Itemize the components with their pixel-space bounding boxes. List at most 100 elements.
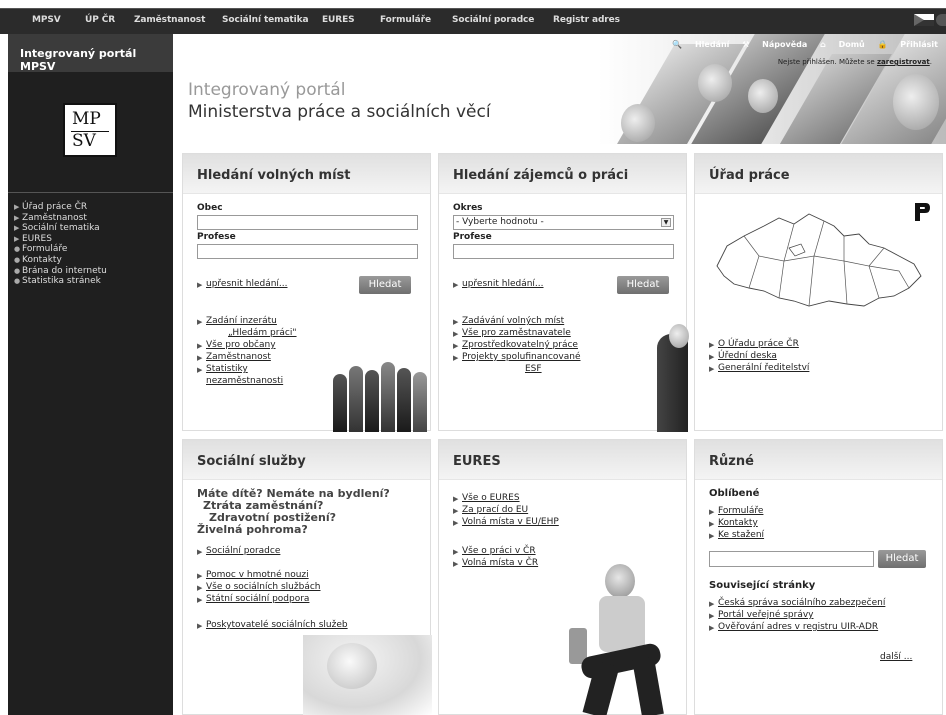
profese-input[interactable] [453, 244, 674, 259]
sidebar-item-eures[interactable]: ▶ EURES [8, 234, 107, 245]
link-nezamestnanosti[interactable]: nezaměstnanosti [206, 376, 283, 387]
link-kontakty[interactable]: Kontakty [718, 518, 758, 529]
misc-search-input[interactable] [709, 551, 874, 567]
link-socialni-poradce[interactable]: Sociální poradce [206, 546, 280, 557]
link-zamestnanost[interactable]: Zaměstnanost [206, 352, 271, 363]
sidebar-divider [8, 192, 173, 193]
link-vse-o-praci-cr[interactable]: Vše o práci v ČR [462, 546, 536, 557]
link-za-praci-do-eu[interactable]: Za prací do EU [462, 505, 528, 516]
link-vse-pro-zamestnavatele[interactable]: Vše pro zaměstnavatele [462, 328, 571, 339]
nav-registr-adres[interactable]: Registr adres [553, 15, 620, 25]
panel-title: Různé [709, 454, 754, 469]
czech-map-image[interactable] [709, 206, 929, 316]
portal-title: Ministerstva práce a sociálních věcí [188, 102, 491, 122]
okres-select[interactable]: - Vyberte hodnotu - ▼ [453, 215, 674, 230]
czech-flag-icon[interactable] [914, 14, 934, 26]
profese-label: Profese [197, 232, 236, 242]
nav-formulare[interactable]: Formuláře [380, 15, 431, 25]
sidebar-item-formulare[interactable]: ● Formuláře [8, 244, 107, 255]
mpsv-logo[interactable]: MP SV [63, 103, 117, 157]
search-button[interactable]: Hledat [359, 276, 411, 294]
link-volna-mista-cr[interactable]: Volná místa v ČR [462, 558, 538, 569]
logo-text-top: MP [72, 109, 101, 129]
link-o-uradu[interactable]: O Úřadu práce ČR [718, 339, 799, 350]
english-flag-icon[interactable] [936, 14, 946, 26]
baby-photo [303, 635, 432, 715]
panel-title: Sociální služby [197, 454, 306, 469]
sidebar-item-kontakty[interactable]: ● Kontakty [8, 255, 107, 266]
panel-eures: EURES ▶ Vše o EURES ▶ Za prací do EU ▶ V… [438, 439, 687, 715]
triangle-bullet-icon: ▶ [14, 213, 20, 222]
nav-up-cr[interactable]: ÚP ČR [85, 15, 115, 25]
search-button[interactable]: Hledat [617, 276, 669, 294]
dot-bullet-icon: ● [14, 266, 21, 275]
search-link[interactable]: 🔍 Hledání [672, 40, 729, 49]
panel-job-search: Hledání volných míst Obec Profese ▶ upře… [182, 153, 431, 432]
link-vse-o-sluzbach[interactable]: Vše o sociálních službách [206, 582, 321, 593]
link-hledam-praci[interactable]: „Hledám práci" [228, 328, 297, 339]
link-portal-verejne-spravy[interactable]: Portál veřejné správy [718, 610, 814, 621]
link-zprostredkovatelny[interactable]: Zprostředkovatelný práce [462, 340, 578, 351]
link-formulare[interactable]: Formuláře [718, 506, 763, 517]
dot-bullet-icon: ● [14, 277, 21, 286]
link-zadani-inzeratu[interactable]: Zadání inzerátu [206, 316, 277, 327]
panel-candidate-search: Hledání zájemců o práci Okres - Vyberte … [438, 153, 689, 432]
link-uredni-deska[interactable]: Úřední deska [718, 351, 777, 362]
header-banner: Integrovaný portál Ministerstva práce a … [173, 34, 946, 144]
sidebar-item-zamestnanost[interactable]: ▶ Zaměstnanost [8, 213, 107, 224]
panel-misc: Různé Oblíbené ▶ Formuláře ▶ Kontakty ▶ … [694, 439, 943, 715]
dot-bullet-icon: ● [14, 255, 21, 264]
sidebar-item-brana[interactable]: ● Brána do internetu [8, 266, 107, 277]
link-statni-podpora[interactable]: Státní sociální podpora [206, 594, 309, 605]
sidebar: Integrovaný portál MPSV MP SV ▶ Úřad prác… [8, 34, 173, 715]
refine-search-link[interactable]: upřesnit hledání... [206, 279, 288, 290]
link-vse-o-eures[interactable]: Vše o EURES [462, 493, 520, 504]
panel-title: Hledání zájemců o práci [453, 168, 629, 183]
sidebar-item-urad-prace[interactable]: ▶ Úřad práce ČR [8, 202, 107, 213]
register-link[interactable]: zaregistrovat [877, 58, 930, 66]
nav-socialni-poradce[interactable]: Sociální poradce [452, 15, 534, 25]
link-generalni-reditelstvi[interactable]: Generální ředitelství [718, 363, 809, 374]
link-zadavani-mist[interactable]: Zadávání volných míst [462, 316, 564, 327]
help-link[interactable]: ⚒ Nápověda [742, 40, 807, 49]
login-note: Nejste přihlášen. Můžete se zaregistrova… [777, 58, 932, 66]
nav-eures[interactable]: EURES [322, 15, 355, 25]
refine-search-link[interactable]: upřesnit hledání... [462, 279, 544, 290]
triangle-bullet-icon: ▶ [14, 224, 20, 233]
sidebar-item-statistika[interactable]: ● Statistika stránek [8, 276, 107, 287]
nav-mpsv[interactable]: MPSV [32, 15, 61, 25]
okres-label: Okres [453, 203, 483, 213]
profese-input[interactable] [197, 244, 418, 259]
misc-search-button[interactable]: Hledat [878, 550, 926, 568]
utility-links: 🔍 Hledání ⚒ Nápověda ⌂ Domů 🔒 Přihlásit [662, 40, 938, 49]
sidebar-item-socialni-tematika[interactable]: ▶ Sociální tematika [8, 223, 107, 234]
link-pomoc-v-nouzi[interactable]: Pomoc v hmotné nouzi [206, 570, 309, 581]
nav-zamestnanost[interactable]: Zaměstnanost [134, 15, 205, 25]
link-statistiky[interactable]: Statistiky [206, 364, 248, 375]
link-projekty[interactable]: Projekty spolufinancované [462, 352, 581, 363]
obec-input[interactable] [197, 215, 418, 230]
dot-bullet-icon: ● [14, 245, 21, 254]
profese-label: Profese [453, 232, 492, 242]
home-link[interactable]: ⌂ Domů [820, 40, 865, 49]
top-navigation: MPSV ÚP ČR Zaměstnanost Sociální tematik… [0, 8, 946, 34]
link-overovani-adres[interactable]: Ověřování adres v registru UIR-ADR [718, 622, 878, 633]
link-cssz[interactable]: Česká správa sociálního zabezpečení [718, 598, 885, 609]
triangle-bullet-icon: ▶ [14, 234, 20, 243]
sidebar-menu: ▶ Úřad práce ČR ▶ Zaměstnanost ▶ Sociální t… [8, 202, 107, 287]
triangle-bullet-icon: ▶ [14, 203, 20, 211]
logo-text-bottom: SV [72, 131, 96, 151]
sidebar-title[interactable]: Integrovaný portál MPSV [8, 34, 173, 73]
login-link[interactable]: 🔒 Přihlásit [878, 40, 938, 49]
link-volna-mista-eu[interactable]: Volná místa v EU/EHP [462, 517, 559, 528]
more-link[interactable]: další ... [880, 652, 912, 663]
favorites-heading: Oblíbené [709, 488, 760, 499]
related-heading: Související stránky [709, 580, 816, 591]
nav-socialni-tematika[interactable]: Sociální tematika [222, 15, 309, 25]
panel-labour-office: Úřad práce ▶ O Úřadu práce ČR ▶ Úřední d… [694, 153, 943, 431]
link-vse-pro-obcany[interactable]: Vše pro občany [206, 340, 276, 351]
link-esf[interactable]: ESF [525, 364, 542, 375]
link-poskytovatele[interactable]: Poskytovatelé sociálních služeb [206, 620, 348, 631]
question-line: Živelná pohroma? [197, 523, 308, 536]
link-ke-stazeni[interactable]: Ke stažení [718, 530, 764, 541]
